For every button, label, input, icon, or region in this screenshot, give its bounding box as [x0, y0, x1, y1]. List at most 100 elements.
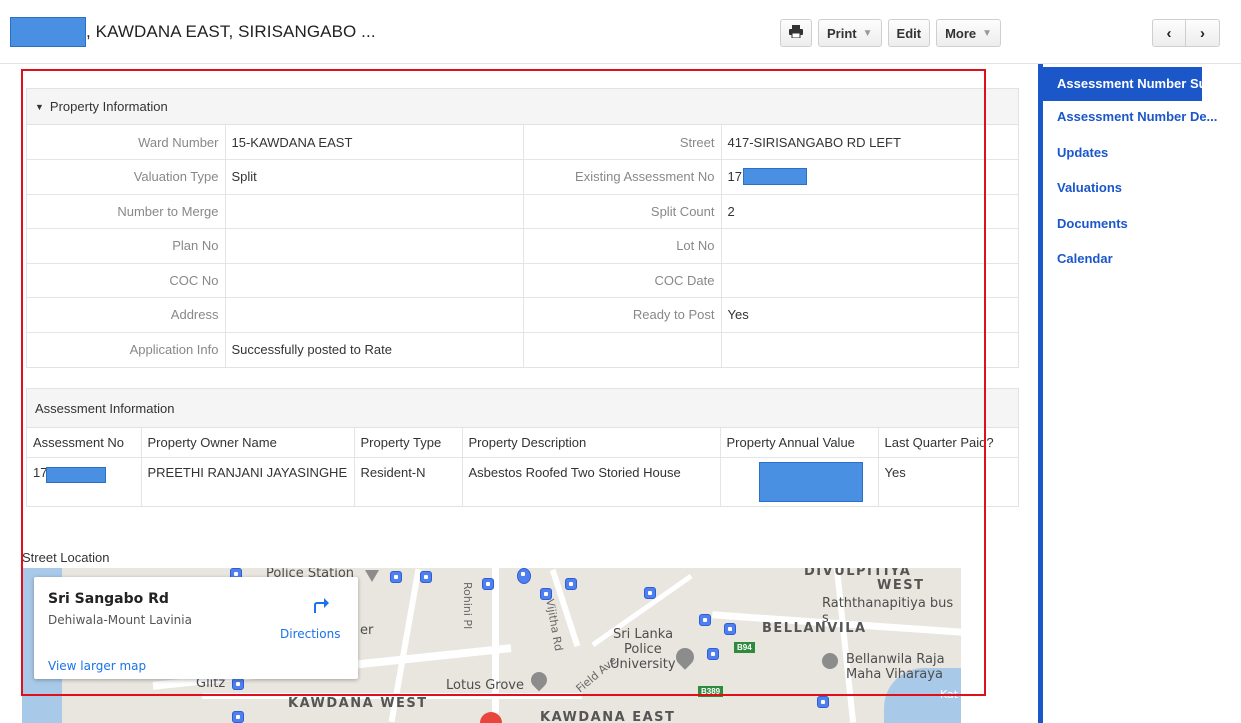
printer-icon — [789, 25, 803, 41]
redacted-block — [46, 467, 106, 483]
street-map[interactable]: B94 B389 Police Station DIVULPITIYA WEST… — [22, 568, 961, 723]
print-label: Print — [827, 25, 857, 41]
field-label: Existing Assessment No — [523, 159, 722, 194]
field-label — [523, 331, 722, 367]
field-value: 417-SIRISANGABO RD LEFT — [727, 134, 901, 150]
shopping-marker-icon[interactable] — [517, 568, 531, 584]
last-quarter-paid-cell: Yes — [878, 457, 1018, 506]
map-label: Bellanwila Raja — [846, 652, 945, 667]
map-road — [833, 568, 857, 723]
column-header[interactable]: Property Type — [354, 428, 463, 458]
map-label: Sri Lanka — [613, 627, 674, 642]
printer-icon-button[interactable] — [780, 19, 812, 47]
poi-marker-icon[interactable] — [482, 578, 494, 590]
road-badge: B94 — [734, 642, 755, 653]
poi-marker-icon[interactable] — [232, 711, 244, 723]
sidebar-item-assessment-number-summary[interactable]: Assessment Number Su... — [1043, 67, 1202, 101]
assessment-no-cell: 17 — [27, 457, 142, 506]
map-label: KAWDANA WEST — [288, 696, 428, 711]
field-value: Split — [225, 159, 524, 194]
sidebar-item-valuations[interactable]: Valuations — [1057, 180, 1122, 195]
more-button[interactable]: More ▼ — [936, 19, 1002, 47]
poi-marker-icon[interactable] — [644, 587, 656, 599]
redacted-block — [758, 462, 863, 502]
map-label: Police — [624, 642, 662, 657]
field-value — [721, 331, 1018, 367]
chevron-right-icon: › — [1200, 24, 1205, 42]
property-information-header[interactable]: ▼ Property Information — [27, 89, 1018, 125]
map-label: Field Ave — [573, 653, 620, 696]
place-marker-icon[interactable] — [527, 668, 551, 692]
map-label: BELLANVILA — [762, 621, 867, 636]
field-label: COC No — [27, 262, 226, 298]
edit-label: Edit — [896, 25, 922, 41]
next-record-button[interactable]: › — [1186, 19, 1220, 47]
view-larger-map-link[interactable]: View larger map — [48, 659, 146, 673]
field-value — [225, 228, 524, 263]
map-info-card: Sri Sangabo Rd Dehiwala-Mount Lavinia Di… — [34, 577, 358, 679]
column-header[interactable]: Property Owner Name — [141, 428, 355, 458]
poi-marker-icon[interactable] — [724, 623, 736, 635]
assessment-information-header: Assessment Information — [27, 389, 1018, 428]
map-label: Lotus Grove — [446, 678, 524, 693]
column-header[interactable]: Assessment No — [27, 428, 142, 458]
field-value — [225, 193, 524, 229]
field-value: Yes — [721, 297, 1018, 332]
map-label: WEST — [877, 578, 925, 593]
poi-marker-icon[interactable] — [707, 648, 719, 660]
sidebar-item-assessment-number-details[interactable]: Assessment Number De... — [1057, 109, 1217, 124]
edit-button[interactable]: Edit — [887, 19, 931, 47]
field-label: Ward Number — [27, 125, 226, 160]
field-label: Lot No — [523, 228, 722, 263]
table-row[interactable]: 17 PREETHI RANJANI JAYASINGHE Resident-N… — [27, 457, 1018, 506]
directions-icon[interactable] — [310, 595, 330, 620]
table-row: Valuation Type Split Existing Assessment… — [27, 159, 1018, 194]
poi-marker-icon[interactable] — [420, 571, 432, 583]
table-row: Number to Merge Split Count 2 — [27, 193, 1018, 229]
police-marker-icon[interactable] — [365, 570, 379, 582]
poi-marker-icon[interactable] — [565, 578, 577, 590]
column-header[interactable]: Property Annual Value — [720, 428, 879, 458]
property-type-cell: Resident-N — [354, 457, 463, 506]
column-header[interactable]: Property Description — [462, 428, 721, 458]
sidebar-item-documents[interactable]: Documents — [1057, 216, 1128, 231]
field-label: Split Count — [523, 193, 722, 229]
sidebar-item-calendar[interactable]: Calendar — [1057, 251, 1113, 266]
poi-marker-icon[interactable] — [817, 696, 829, 708]
map-label: Maha Viharaya — [846, 667, 943, 682]
section-title: Assessment Information — [35, 400, 175, 416]
property-description-cell: Asbestos Roofed Two Storied House — [462, 457, 721, 506]
place-marker-icon[interactable] — [672, 644, 698, 670]
field-label: Street — [523, 125, 722, 160]
collapse-triangle-icon: ▼ — [35, 101, 44, 112]
field-value — [721, 262, 1018, 298]
field-value: 15-KAWDANA EAST — [225, 125, 524, 160]
poi-marker-icon[interactable] — [699, 614, 711, 626]
property-info-table: Ward Number 15-KAWDANA EAST Street 417-S… — [27, 125, 1018, 367]
map-label: University — [610, 657, 676, 672]
temple-marker-icon[interactable] — [822, 653, 838, 669]
poi-marker-icon[interactable] — [232, 678, 244, 690]
page-title: , KAWDANA EAST, SIRISANGABO ... — [86, 22, 376, 41]
directions-link[interactable]: Directions — [280, 627, 340, 641]
toolbar: Print ▼ Edit More ▼ — [780, 19, 1002, 47]
right-sidebar: Assessment Number Su... Assessment Numbe… — [1038, 64, 1241, 723]
street-location-label: Street Location — [22, 550, 110, 565]
location-pin-icon[interactable] — [475, 707, 507, 723]
table-row: Plan No Lot No — [27, 228, 1018, 263]
map-label: Kat — [940, 688, 959, 701]
caret-down-icon: ▼ — [862, 27, 873, 39]
section-title: Property Information — [49, 99, 168, 114]
record-navigation: ‹ › — [1152, 19, 1220, 47]
poi-marker-icon[interactable] — [390, 571, 402, 583]
column-header[interactable]: Last Quarter Paid? — [878, 428, 1018, 458]
print-button[interactable]: Print ▼ — [818, 19, 882, 47]
previous-record-button[interactable]: ‹ — [1152, 19, 1186, 47]
field-label: COC Date — [523, 262, 722, 298]
sidebar-item-updates[interactable]: Updates — [1057, 145, 1108, 160]
owner-name-cell: PREETHI RANJANI JAYASINGHE — [141, 457, 355, 506]
field-value — [225, 262, 524, 298]
property-information-panel: ▼ Property Information Ward Number 15-KA… — [26, 88, 1019, 368]
field-label: Application Info — [27, 331, 226, 367]
field-value: Successfully posted to Rate — [225, 331, 524, 367]
